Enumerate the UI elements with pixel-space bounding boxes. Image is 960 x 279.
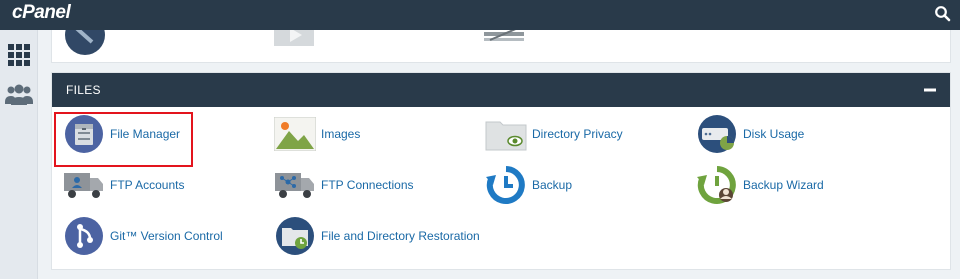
file-directory-restoration-label: File and Directory Restoration (321, 229, 480, 243)
images-icon (274, 113, 316, 155)
top-bar: cPanel (0, 0, 960, 30)
partial-app-icon (65, 30, 105, 55)
ftp-connections-icon (274, 164, 316, 206)
partial-network-icon (484, 30, 524, 41)
users-icon (5, 84, 33, 105)
disk-usage-link[interactable]: Disk Usage (696, 113, 804, 155)
git-version-control-label: Git™ Version Control (110, 229, 223, 243)
images-label: Images (321, 127, 361, 141)
file-directory-restoration-link[interactable]: File and Directory Restoration (274, 215, 480, 257)
backup-label: Backup (532, 178, 573, 192)
sidebar-item-users[interactable] (4, 80, 34, 110)
file-restoration-icon (274, 215, 316, 257)
git-version-control-link[interactable]: Git™ Version Control (63, 215, 223, 257)
directory-privacy-link[interactable]: Directory Privacy (485, 113, 623, 155)
files-panel-header[interactable]: FILES (52, 73, 950, 107)
directory-privacy-icon (485, 113, 527, 155)
files-panel: FILES File Manager Images Directory Priv… (51, 72, 951, 270)
file-manager-label: File Manager (110, 127, 181, 141)
backup-wizard-link[interactable]: Backup Wizard (696, 164, 824, 206)
grid-icon (8, 44, 30, 66)
partial-video-icon (274, 30, 314, 46)
backup-wizard-icon (696, 164, 738, 206)
search-icon[interactable] (934, 5, 952, 23)
backup-link[interactable]: Backup (485, 164, 572, 206)
file-manager-icon (63, 113, 105, 155)
ftp-accounts-icon (63, 164, 105, 206)
files-panel-title: FILES (66, 83, 101, 97)
directory-privacy-label: Directory Privacy (532, 127, 623, 141)
ftp-accounts-link[interactable]: FTP Accounts (63, 164, 184, 206)
git-icon (63, 215, 105, 257)
ftp-accounts-label: FTP Accounts (110, 178, 185, 192)
ftp-connections-label: FTP Connections (321, 178, 414, 192)
sidebar-item-tools[interactable] (4, 40, 34, 70)
ftp-connections-link[interactable]: FTP Connections (274, 164, 414, 206)
minus-icon[interactable] (924, 84, 936, 96)
disk-usage-icon (696, 113, 738, 155)
file-manager-link[interactable]: File Manager (63, 113, 180, 155)
disk-usage-label: Disk Usage (743, 127, 805, 141)
images-link[interactable]: Images (274, 113, 360, 155)
previous-section-panel (51, 30, 951, 63)
backup-icon (485, 164, 527, 206)
backup-wizard-label: Backup Wizard (743, 178, 824, 192)
left-sidebar (0, 30, 38, 279)
cpanel-logo[interactable]: cPanel (12, 2, 71, 24)
